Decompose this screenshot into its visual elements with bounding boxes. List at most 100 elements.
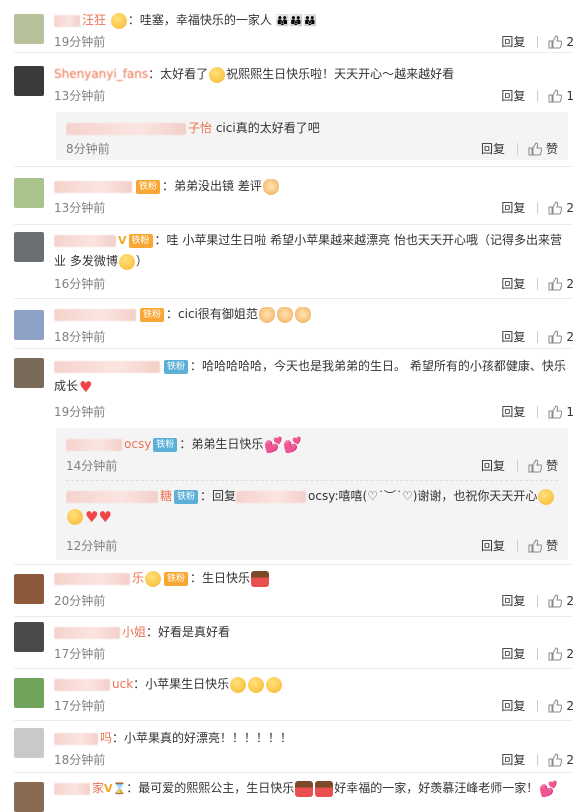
avatar[interactable] [14, 358, 44, 388]
fan-badge: 铁粉 [174, 489, 199, 504]
thumb-up-icon[interactable] [548, 89, 563, 103]
avatar[interactable] [14, 622, 44, 652]
fan-badge: 铁粉 [164, 359, 189, 374]
username-blurred [54, 732, 98, 745]
reply-link[interactable]: 回复 [501, 698, 525, 714]
cake-icon [315, 780, 334, 797]
comment-item: 小姐：好看是真好看 17分钟前 回复 2 [0, 616, 582, 668]
fan-badge: 铁粉 [136, 179, 161, 194]
username-blurred [66, 122, 186, 135]
username[interactable]: uck [112, 677, 133, 691]
timestamp: 19分钟前 [54, 35, 106, 49]
thumb-up-icon[interactable] [548, 699, 563, 713]
like-label[interactable]: 赞 [546, 538, 558, 554]
avatar[interactable] [14, 678, 44, 708]
thumb-up-icon[interactable] [548, 753, 563, 767]
comment-item: 乐 铁粉 ：生日快乐 20分钟前 回复 2 [0, 564, 582, 616]
reply-username[interactable]: 子怡 [188, 121, 212, 135]
avatar[interactable] [14, 728, 44, 758]
reply-username[interactable]: ocsy [124, 437, 151, 451]
cat-emoji-icon [294, 306, 311, 323]
thumb-up-icon[interactable] [548, 277, 563, 291]
reply-link[interactable]: 回复 [501, 404, 525, 420]
username-blurred [54, 308, 136, 321]
username[interactable]: 家 [92, 781, 104, 795]
comment-item: 铁粉 ：弟弟没出镜 差评 13分钟前 回复 2 [0, 166, 582, 224]
username[interactable]: 小姐 [122, 625, 146, 639]
cake-icon [295, 780, 314, 797]
reply-link[interactable]: 回复 [501, 752, 525, 768]
like-label[interactable]: 赞 [546, 458, 558, 474]
thumb-up-icon[interactable] [548, 647, 563, 661]
fan-badge: 铁粉 [128, 233, 153, 248]
reply-text-continued: ocsy:嘻嘻(♡˙︶˙♡)谢谢，也祝你天天开心 [308, 489, 538, 503]
reply-link[interactable]: 回复 [501, 34, 525, 50]
cat-emoji-icon [258, 306, 275, 323]
avatar[interactable] [14, 14, 44, 44]
username-blurred [54, 626, 120, 639]
comment-text: ：最可爱的熙熙公主，生日快乐 [126, 781, 295, 795]
comment-text: ：太好看了 [148, 67, 209, 81]
reply-link[interactable]: 回复 [481, 141, 505, 157]
reply-link[interactable]: 回复 [481, 458, 505, 474]
reply-link[interactable]: 回复 [501, 646, 525, 662]
reply-box: 子怡 cici真的太好看了吧 8分钟前 回复 赞 [56, 112, 568, 160]
thumb-up-icon[interactable] [548, 330, 563, 344]
reply-link[interactable]: 回复 [501, 200, 525, 216]
reply-text: ：回复 [200, 489, 237, 503]
timestamp: 17分钟前 [54, 699, 106, 713]
timestamp: 13分钟前 [54, 201, 106, 215]
fan-badge: 铁粉 [153, 437, 178, 452]
smile-emoji-icon [230, 676, 247, 693]
comment-item: Shenyanyi_fans：太好看了 祝熙熙生日快乐啦！天天开心～越来越好看 1… [0, 52, 582, 162]
username[interactable]: 汪狂 [82, 13, 106, 27]
comment-text: ：小苹果生日快乐 [133, 677, 230, 691]
cat-emoji-icon [276, 306, 293, 323]
thumb-up-icon[interactable] [548, 594, 563, 608]
timestamp: 13分钟前 [54, 89, 106, 103]
reply-username[interactable]: 糖 [160, 489, 172, 503]
reply-link[interactable]: 回复 [501, 329, 525, 345]
username[interactable]: 吗 [100, 731, 112, 745]
comment-item: V 铁粉 ：哇 小苹果过生日啦 希望小苹果越来越漂亮 怡也天天开心哦（记得多出来营业… [0, 224, 582, 298]
timestamp: 12分钟前 [66, 539, 118, 553]
reply-link[interactable]: 回复 [501, 593, 525, 609]
avatar[interactable] [14, 66, 44, 96]
thumb-up-icon[interactable] [528, 459, 542, 473]
comment-text-continued: 祝熙熙生日快乐啦！天天开心～越来越好看 [226, 67, 455, 81]
thumb-up-icon[interactable] [548, 405, 563, 419]
thumb-up-icon[interactable] [548, 35, 563, 49]
cat-emoji-icon [262, 178, 279, 195]
reply-link[interactable]: 回复 [501, 276, 525, 292]
avatar[interactable] [14, 574, 44, 604]
smile-emoji-icon [538, 488, 555, 505]
heart-icon: 💕 [539, 779, 558, 798]
reply-link[interactable]: 回复 [481, 538, 505, 554]
username[interactable]: 乐 [132, 571, 144, 585]
like-count: 2 [566, 753, 574, 767]
comment-item: 铁粉 ：cici很有御姐范 18分钟前 回复 2 [0, 298, 582, 348]
username-blurred [54, 572, 130, 585]
avatar[interactable] [14, 232, 44, 262]
avatar[interactable] [14, 310, 44, 340]
comment-text: ：好看是真好看 [146, 625, 231, 639]
thumb-up-icon[interactable] [548, 201, 563, 215]
comment-text-continued: ） [135, 254, 148, 268]
timestamp: 14分钟前 [66, 459, 118, 473]
thumb-up-icon[interactable] [528, 539, 542, 553]
comment-feed: 汪狂 ：哇塞，幸福快乐的一家人 👪👪👪 19分钟前 回复 2 Shenyanyi… [0, 0, 582, 812]
avatar[interactable] [14, 782, 44, 812]
comment-text: ：小苹果真的好漂亮！！！！！！ [112, 731, 293, 745]
username[interactable]: Shenyanyi_fans [54, 67, 148, 81]
smile-emoji-icon [67, 508, 83, 525]
reply-link[interactable]: 回复 [501, 88, 525, 104]
like-count: 2 [566, 699, 574, 713]
username-blurred [54, 180, 132, 193]
vip-crown-icon [145, 570, 162, 587]
username-blurred [54, 360, 160, 373]
comment-item: 汪狂 ：哇塞，幸福快乐的一家人 👪👪👪 19分钟前 回复 2 [0, 0, 582, 52]
comment-item: 铁粉 ：哈哈哈哈哈，今天也是我弟弟的生日。 希望所有的小孩都健康、快乐成长♥ 19… [0, 348, 582, 564]
thumb-up-icon[interactable] [528, 142, 542, 156]
like-label[interactable]: 赞 [546, 141, 558, 157]
avatar[interactable] [14, 178, 44, 208]
